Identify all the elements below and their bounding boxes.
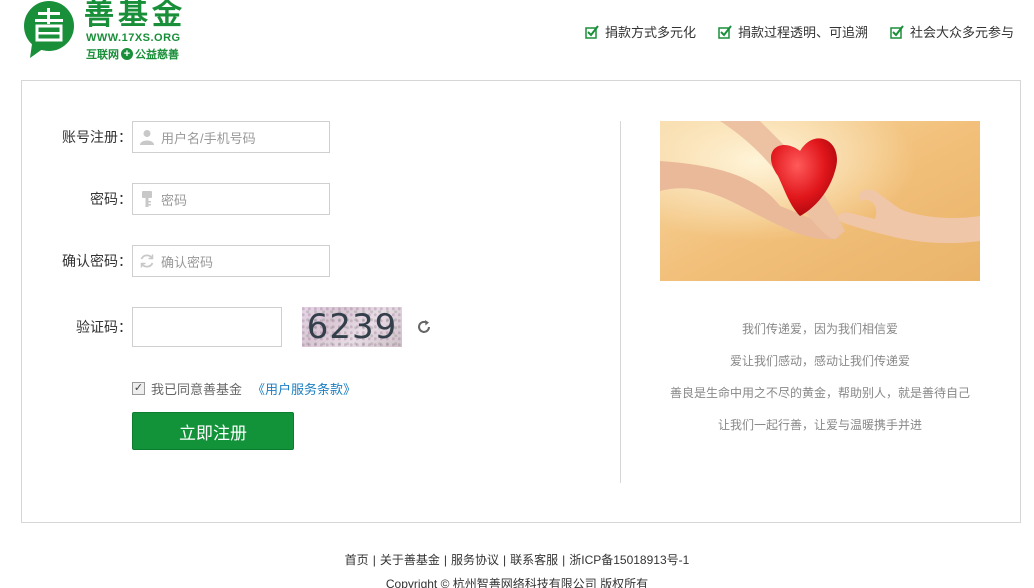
footer-link-contact[interactable]: 联系客服 <box>510 553 558 567</box>
copyright: Copyright © 杭州智善网络科技有限公司 版权所有 <box>385 577 649 588</box>
captcha-label: 验证码： <box>76 319 132 335</box>
user-icon <box>139 129 155 145</box>
slogan-line: 让我们一起行善，让爱与温暖携手并进 <box>717 418 922 432</box>
captcha-input[interactable] <box>132 307 282 347</box>
registration-panel: 账号注册： 用户名/手机号码 密码： 密码 确认密码： 确认密码 验证码： 62… <box>21 80 1021 523</box>
refresh-icon[interactable] <box>416 319 432 335</box>
footer-link-home[interactable]: 首页 <box>345 553 369 567</box>
footer-links: 首页 | 关于善基金 | 服务协议 | 联系客服 | 浙ICP备15018913号-1 <box>0 551 1034 568</box>
confirm-label: 确认密码： <box>62 253 132 269</box>
slogan-line: 善良是生命中用之不尽的黄金，帮助别人，就是善待自己 <box>669 386 970 400</box>
captcha-row: 验证码： 6239 <box>22 307 432 347</box>
agree-text: 我已同意善基金 <box>151 382 243 397</box>
checkmark-icon <box>718 24 732 39</box>
password-label: 密码： <box>90 191 132 207</box>
password-input[interactable]: 密码 <box>132 183 330 215</box>
footer-icp[interactable]: 浙ICP备15018913号-1 <box>569 553 689 567</box>
account-label: 账号注册： <box>62 129 132 145</box>
terms-link[interactable]: 《用户服务条款》 <box>252 379 356 398</box>
footer-link-about[interactable]: 关于善基金 <box>380 553 440 567</box>
account-placeholder: 用户名/手机号码 <box>161 130 256 146</box>
account-input[interactable]: 用户名/手机号码 <box>132 121 330 153</box>
logo-url: WWW.17XS.ORG <box>86 32 181 44</box>
slogan-line: 爱让我们感动，感动让我们传递爱 <box>729 354 910 368</box>
checkmark-icon <box>585 24 599 39</box>
confirm-password-input[interactable]: 确认密码 <box>132 245 330 277</box>
captcha-image[interactable]: 6239 <box>302 307 402 347</box>
feature-item: 社会大众多元参与 <box>890 22 1014 41</box>
logo-badge-icon <box>24 1 74 58</box>
footer-separator: | <box>443 553 447 567</box>
feature-item: 捐款过程透明、可追溯 <box>718 22 868 41</box>
footer-link-agreement[interactable]: 服务协议 <box>451 553 499 567</box>
checkmark-icon <box>890 24 904 39</box>
footer-separator: | <box>562 553 566 567</box>
sync-icon <box>139 253 155 269</box>
logo-slogan-right: 公益慈善 <box>135 49 179 61</box>
confirm-placeholder: 确认密码 <box>161 254 214 270</box>
feature-label: 社会大众多元参与 <box>909 25 1014 40</box>
feature-list: 捐款方式多元化 捐款过程透明、可追溯 社会大众多元参与 <box>585 22 1014 41</box>
logo[interactable]: 善基金 WWW.17XS.ORG 互联网 + 公益慈善 <box>20 0 220 64</box>
agree-row: ✓ 我已同意善基金 《用户服务条款》 <box>132 379 356 398</box>
password-row: 密码： 密码 <box>22 183 330 215</box>
register-button[interactable]: 立即注册 <box>132 412 294 450</box>
footer-separator: | <box>372 553 376 567</box>
logo-slogan: 互联网 + 公益慈善 <box>86 46 179 62</box>
slogan-line: 我们传递爱，因为我们相信爱 <box>741 322 898 336</box>
feature-item: 捐款方式多元化 <box>585 22 696 41</box>
plus-icon: + <box>121 48 133 60</box>
confirm-row: 确认密码： 确认密码 <box>22 245 330 277</box>
feature-label: 捐款过程透明、可追溯 <box>737 25 868 40</box>
captcha-value: 6239 <box>306 307 398 347</box>
password-placeholder: 密码 <box>161 192 188 208</box>
slogan-list: 我们传递爱，因为我们相信爱 爱让我们感动，感动让我们传递爱 善良是生命中用之不尽… <box>642 321 998 449</box>
feature-label: 捐款方式多元化 <box>604 25 696 40</box>
key-icon <box>139 191 155 207</box>
hands-heart-image <box>660 121 980 281</box>
logo-title: 善基金 <box>84 0 186 32</box>
agree-checkbox[interactable]: ✓ <box>132 382 145 395</box>
logo-slogan-left: 互联网 <box>86 49 119 61</box>
footer-separator: | <box>502 553 507 567</box>
divider <box>620 121 621 483</box>
account-row: 账号注册： 用户名/手机号码 <box>22 121 330 153</box>
